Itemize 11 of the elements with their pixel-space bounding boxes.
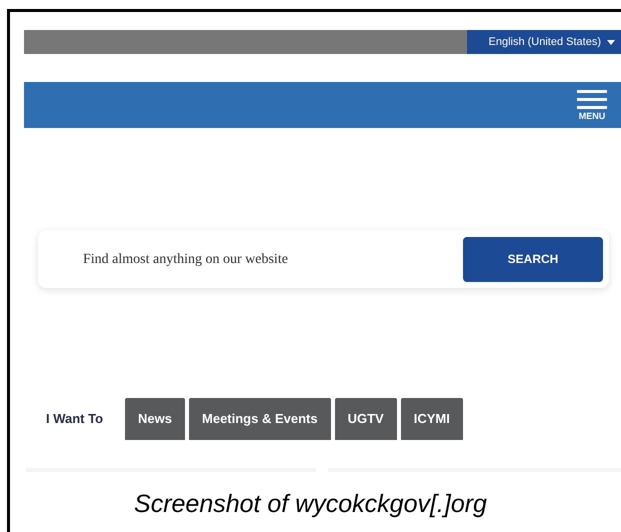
- tab[interactable]: ICYMI: [400, 398, 463, 440]
- menu-icon: [577, 89, 607, 109]
- caret-icon: [607, 40, 615, 44]
- tab[interactable]: UGTV: [334, 398, 397, 440]
- search-field[interactable]: Find almost anything on our website: [83, 248, 383, 270]
- caption: Screenshot of wycokckgov[.]org: [134, 489, 487, 520]
- language-select[interactable]: English (United States): [467, 30, 621, 54]
- tab[interactable]: News: [125, 398, 186, 440]
- search-button[interactable]: SEARCH: [463, 236, 603, 282]
- tab[interactable]: Meetings & Events: [189, 398, 331, 440]
- menu-button[interactable]: MENU: [577, 89, 607, 121]
